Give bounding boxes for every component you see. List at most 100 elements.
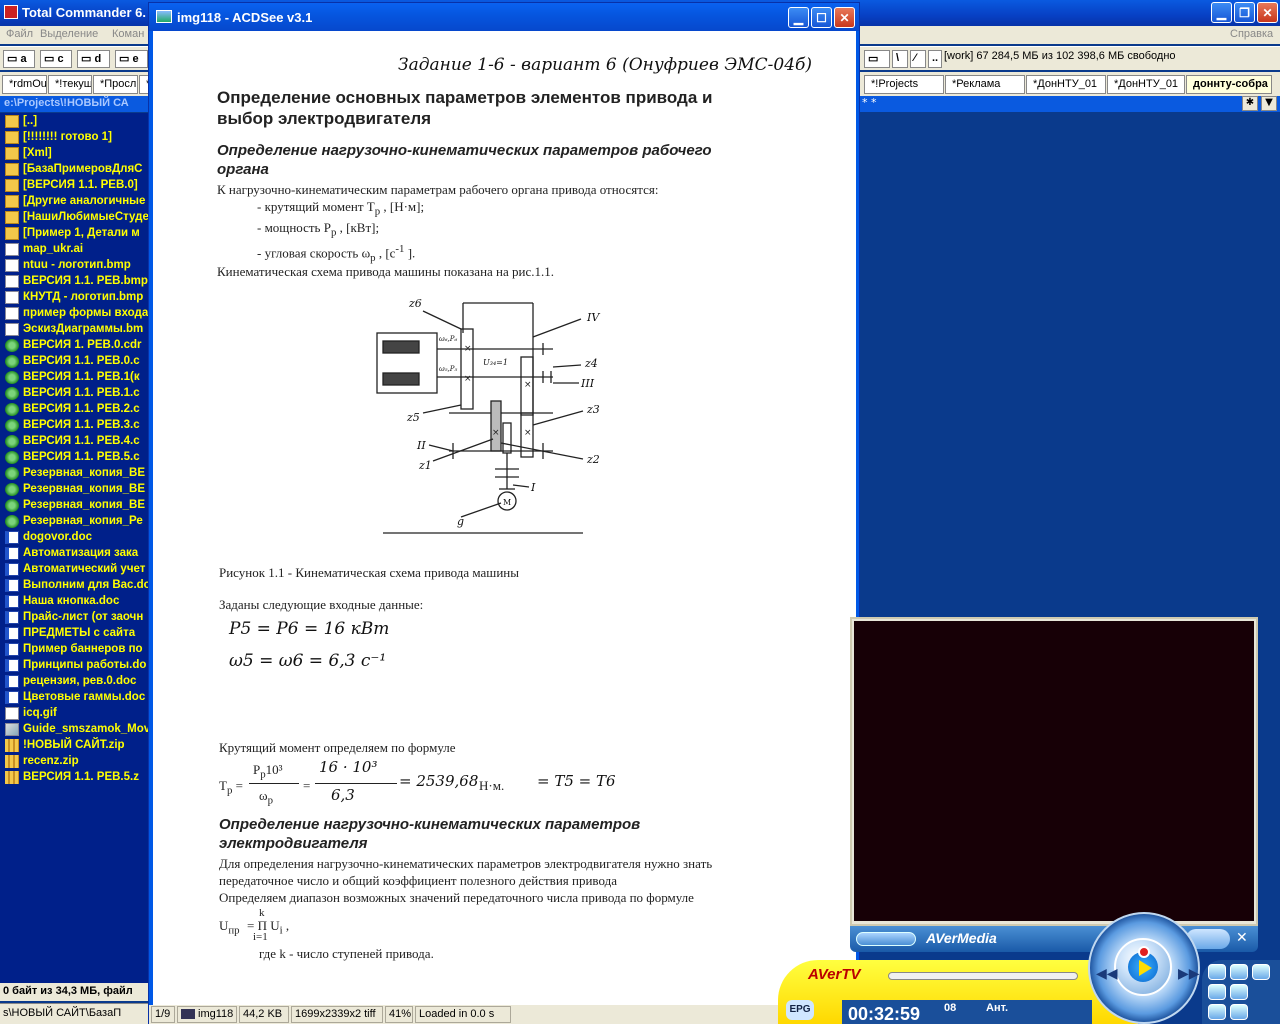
file-name: ВЕРСИЯ 1.1. РЕВ.5.z bbox=[23, 771, 139, 783]
snapshot-icon[interactable] bbox=[1208, 1004, 1226, 1020]
settings-icon[interactable] bbox=[1208, 964, 1226, 980]
file-list-item[interactable]: Принципы работы.do bbox=[0, 657, 152, 673]
formula-denominator: ωp bbox=[259, 787, 273, 810]
file-list-item[interactable]: icq.gif bbox=[0, 705, 152, 721]
file-list-item[interactable]: dogovor.doc bbox=[0, 529, 152, 545]
next-channel-icon[interactable]: ▶▶ bbox=[1178, 966, 1200, 982]
tab-donntu-meeting[interactable]: доннту-собра bbox=[1186, 75, 1272, 94]
file-list-item[interactable]: ВЕРСИЯ 1.1. РЕВ.5.c bbox=[0, 449, 152, 465]
menu-help[interactable]: Справка bbox=[1230, 28, 1273, 40]
left-path[interactable]: e:\Projects\!НОВЫЙ СА bbox=[0, 96, 152, 112]
restore-button[interactable]: ❐ bbox=[1234, 2, 1255, 23]
file-list-item[interactable]: [Xml] bbox=[0, 145, 152, 161]
file-list-item[interactable]: Прайс-лист (от заочн bbox=[0, 609, 152, 625]
file-list-item[interactable]: Резервная_копия_ВЕ bbox=[0, 497, 152, 513]
file-list-item[interactable]: ЭскизДиаграммы.bm bbox=[0, 321, 152, 337]
avertv-video-window[interactable] bbox=[850, 617, 1258, 926]
file-list-item[interactable]: Наша кнопка.doc bbox=[0, 593, 152, 609]
tab-donntu-2[interactable]: *ДонНТУ_01 bbox=[1107, 75, 1185, 94]
file-list-item[interactable]: [Другие аналогичные bbox=[0, 193, 152, 209]
history-button[interactable]: ⁄ bbox=[910, 50, 926, 68]
drive-e-button[interactable]: ▭ e bbox=[115, 50, 148, 68]
close-button[interactable]: ✕ bbox=[1257, 2, 1278, 23]
tab-projects[interactable]: *!Projects bbox=[864, 75, 944, 94]
drive-d-button[interactable]: ▭ d bbox=[77, 50, 110, 68]
help-icon[interactable] bbox=[1230, 964, 1248, 980]
acdsee-minimize-button[interactable]: ▁ bbox=[788, 7, 809, 28]
file-list-item[interactable]: Резервная_копия_Ре bbox=[0, 513, 152, 529]
file-list-item[interactable]: Пример баннеров по bbox=[0, 641, 152, 657]
tab-donntu-1[interactable]: *ДонНТУ_01 bbox=[1026, 75, 1106, 94]
file-list-item[interactable]: [Пример 1, Детали м bbox=[0, 225, 152, 241]
file-list-item[interactable]: [ВЕРСИЯ 1.1. РЕВ.0] bbox=[0, 177, 152, 193]
menu-commands[interactable]: Коман bbox=[112, 28, 144, 40]
file-list-item[interactable]: рецензия, рев.0.doc bbox=[0, 673, 152, 689]
favorites-button[interactable]: ✱ bbox=[1242, 96, 1258, 111]
file-list-item[interactable]: Резервная_копия_ВЕ bbox=[0, 481, 152, 497]
command-line[interactable]: s\НОВЫЙ САЙТ\БазаП bbox=[0, 1003, 152, 1024]
file-list-item[interactable]: [..] bbox=[0, 113, 152, 129]
image-canvas[interactable]: Задание 1-6 - вариант 6 (Онуфриев ЭМС-04… bbox=[153, 31, 856, 1006]
file-list-item[interactable]: ВЕРСИЯ 1.1. РЕВ.2.c bbox=[0, 401, 152, 417]
file-list-item[interactable]: Цветовые гаммы.doc bbox=[0, 689, 152, 705]
tv-icon[interactable] bbox=[1208, 984, 1226, 1000]
left-file-list[interactable]: [..] [!!!!!!!! готово 1] [Xml] [БазаПримеро… bbox=[0, 113, 152, 983]
file-list-item[interactable]: ntuu - логотип.bmp bbox=[0, 257, 152, 273]
acdsee-close-button[interactable]: ✕ bbox=[834, 7, 855, 28]
file-list-item[interactable]: ВЕРСИЯ 1.1. РЕВ.bmp bbox=[0, 273, 152, 289]
file-list-item[interactable]: map_ukr.ai bbox=[0, 241, 152, 257]
close-icon[interactable]: ✕ bbox=[1236, 930, 1248, 946]
file-list-item[interactable]: !НОВЫЙ САЙТ.zip bbox=[0, 737, 152, 753]
right-path[interactable]: * * bbox=[862, 96, 877, 109]
coreldraw-file-icon bbox=[5, 338, 19, 352]
file-list-item[interactable]: [НашиЛюбимыеСтуде bbox=[0, 209, 152, 225]
fullscreen-icon[interactable] bbox=[1230, 1004, 1248, 1020]
file-list-item[interactable]: Автоматический учет bbox=[0, 561, 152, 577]
file-list-item[interactable]: ВЕРСИЯ 1.1. РЕВ.4.c bbox=[0, 433, 152, 449]
tab-left-3[interactable]: *Просл bbox=[93, 75, 138, 94]
capture-toggle[interactable] bbox=[856, 932, 916, 946]
tab-left-2[interactable]: *!текущ bbox=[48, 75, 92, 94]
file-list-item[interactable]: Резервная_копия_ВЕ bbox=[0, 465, 152, 481]
file-list-item[interactable]: [!!!!!!!! готово 1] bbox=[0, 129, 152, 145]
file-list-item[interactable]: пример формы входа bbox=[0, 305, 152, 321]
close-panel-icon[interactable] bbox=[1252, 964, 1270, 980]
previous-channel-icon[interactable]: ◀◀ bbox=[1096, 966, 1118, 982]
file-list-item[interactable]: Guide_smszamok_Mov bbox=[0, 721, 152, 737]
figure-caption: Рисунок 1.1 - Кинематическая схема приво… bbox=[219, 565, 519, 580]
file-name: Прайс-лист (от заочн bbox=[23, 611, 144, 623]
equalizer-icon[interactable] bbox=[1230, 984, 1248, 1000]
file-list-item[interactable]: ВЕРСИЯ 1.1. РЕВ.5.z bbox=[0, 769, 152, 785]
minimize-button[interactable]: ▁ bbox=[1211, 2, 1232, 23]
video-screen[interactable] bbox=[854, 621, 1254, 921]
menu-file[interactable]: Файл bbox=[6, 28, 33, 40]
file-list-item[interactable]: recenz.zip bbox=[0, 753, 152, 769]
acdsee-maximize-button[interactable]: ☐ bbox=[811, 7, 832, 28]
drive-a-button[interactable]: ▭ a bbox=[3, 50, 35, 68]
file-list-item[interactable]: ПРЕДМЕТЫ с сайта bbox=[0, 625, 152, 641]
menu-selection[interactable]: Выделение bbox=[40, 28, 98, 40]
history-dropdown-button[interactable]: ▼ bbox=[1261, 96, 1277, 111]
tab-advertising[interactable]: *Реклама bbox=[945, 75, 1025, 94]
file-list-item[interactable]: ВЕРСИЯ 1.1. РЕВ.0.c bbox=[0, 353, 152, 369]
file-list-item[interactable]: ВЕРСИЯ 1. РЕВ.0.cdr bbox=[0, 337, 152, 353]
file-list-item[interactable]: [БазаПримеровДляС bbox=[0, 161, 152, 177]
file-list-item[interactable]: Автоматизация зака bbox=[0, 545, 152, 561]
tab-left-1[interactable]: *rdmOu bbox=[2, 75, 47, 94]
folder-icon bbox=[5, 226, 19, 240]
root-button[interactable]: \ bbox=[892, 50, 908, 68]
epg-button[interactable]: EPG bbox=[786, 1000, 814, 1020]
drive-c-button[interactable]: ▭ c bbox=[40, 50, 72, 68]
file-name: Резервная_копия_Ре bbox=[23, 515, 143, 527]
file-list-item[interactable]: ВЕРСИЯ 1.1. РЕВ.1.c bbox=[0, 385, 152, 401]
file-list-item[interactable]: КНУТД - логотип.bmp bbox=[0, 289, 152, 305]
file-list-item[interactable]: Выполним для Вас.do bbox=[0, 577, 152, 593]
record-icon[interactable] bbox=[1138, 946, 1150, 958]
file-list-item[interactable]: ВЕРСИЯ 1.1. РЕВ.1(к bbox=[0, 369, 152, 385]
drive-list-button[interactable]: ▭ bbox=[864, 50, 890, 68]
parent-dir-button[interactable]: .. bbox=[928, 50, 942, 68]
volume-slider[interactable] bbox=[888, 972, 1078, 980]
file-list-item[interactable]: ВЕРСИЯ 1.1. РЕВ.3.c bbox=[0, 417, 152, 433]
subscript: i bbox=[279, 924, 283, 937]
fraction-line bbox=[249, 783, 299, 784]
